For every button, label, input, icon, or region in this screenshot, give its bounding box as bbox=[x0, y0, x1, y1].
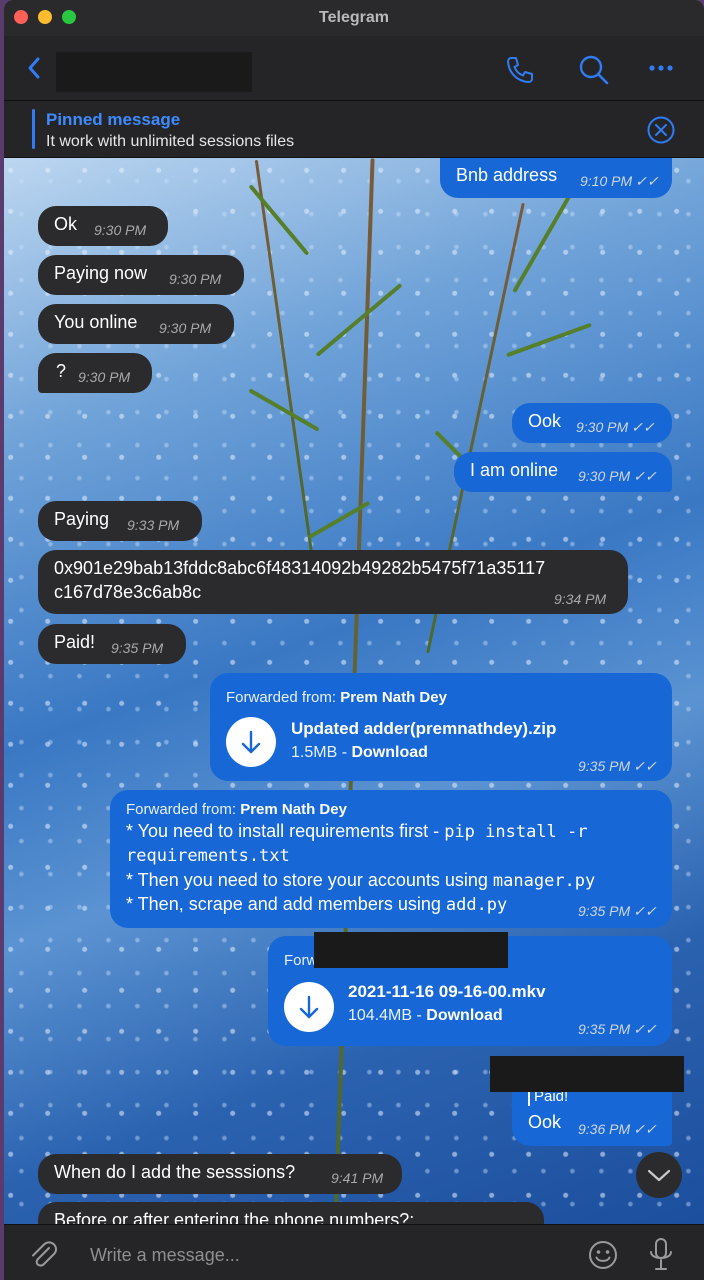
double-check-icon: ✓✓ bbox=[633, 758, 657, 774]
message-text: When do I add the sesssions? bbox=[54, 1162, 296, 1182]
message-text: You online bbox=[54, 312, 138, 332]
message-time: 9:30 PM bbox=[78, 369, 131, 385]
message-incoming[interactable]: Paid! 9:35 PM bbox=[38, 624, 186, 664]
back-icon[interactable] bbox=[26, 56, 42, 80]
close-circle-icon[interactable] bbox=[646, 115, 676, 145]
chat-header bbox=[4, 36, 704, 101]
message-time: 9:33 PM bbox=[127, 517, 180, 533]
redacted-forward-name bbox=[314, 932, 508, 968]
double-check-icon: ✓✓ bbox=[631, 419, 655, 435]
mic-icon[interactable] bbox=[648, 1237, 674, 1273]
pinned-message-bar[interactable]: Pinned message It work with unlimited se… bbox=[4, 101, 704, 158]
double-check-icon: ✓✓ bbox=[633, 468, 657, 484]
message-line-1: * You need to install requirements first… bbox=[126, 821, 588, 842]
message-incoming[interactable]: Ok 9:30 PM bbox=[38, 206, 168, 246]
message-time: 9:35 PM ✓✓ bbox=[578, 1021, 657, 1037]
window-title: Telegram bbox=[319, 9, 389, 26]
download-button[interactable] bbox=[226, 717, 276, 767]
forwarded-from: Forwarded from: Prem Nath Dey bbox=[226, 689, 447, 706]
more-icon[interactable] bbox=[648, 64, 676, 72]
message-line-2: requirements.txt bbox=[126, 846, 290, 866]
message-incoming[interactable]: When do I add the sesssions? 9:41 PM bbox=[38, 1154, 402, 1194]
message-text: ? bbox=[56, 361, 67, 381]
message-text-line2: c167d78e3c6ab8c bbox=[54, 582, 202, 602]
message-outgoing[interactable]: Ook 9:30 PM ✓✓ bbox=[512, 403, 672, 443]
message-time: 9:35 PM ✓✓ bbox=[578, 903, 657, 919]
chevron-down-icon bbox=[647, 1169, 671, 1182]
message-time: 9:30 PM bbox=[169, 271, 222, 287]
download-icon bbox=[299, 995, 319, 1019]
redacted-reply-name bbox=[490, 1056, 684, 1092]
download-link[interactable]: Download bbox=[426, 1007, 502, 1024]
message-time: 9:35 PM bbox=[111, 640, 164, 656]
message-time: 9:10 PM ✓✓ bbox=[580, 173, 659, 189]
download-icon bbox=[241, 730, 261, 754]
message-incoming[interactable]: You online 9:30 PM bbox=[38, 304, 234, 344]
message-incoming[interactable]: Paying now 9:30 PM bbox=[38, 255, 244, 295]
scroll-to-bottom-button[interactable] bbox=[636, 1152, 682, 1198]
file-size: 1.5MB - Download bbox=[291, 744, 428, 761]
message-text: Ook bbox=[528, 411, 562, 431]
file-name: Updated adder(premnathdey).zip bbox=[291, 719, 557, 738]
message-composer: Write a message... bbox=[4, 1224, 704, 1280]
message-input[interactable]: Write a message... bbox=[90, 1245, 240, 1266]
message-time: 9:30 PM bbox=[94, 222, 147, 238]
pinned-indicator bbox=[32, 109, 35, 149]
message-incoming[interactable]: 0x901e29bab13fddc8abc6f48314092b49282b54… bbox=[38, 550, 628, 614]
message-incoming[interactable]: Paying 9:33 PM bbox=[38, 501, 202, 541]
reply-indicator bbox=[528, 1090, 530, 1106]
double-check-icon: ✓✓ bbox=[633, 903, 657, 919]
attach-icon[interactable] bbox=[28, 1239, 58, 1269]
message-text: Paid! bbox=[54, 632, 96, 652]
download-button[interactable] bbox=[284, 982, 334, 1032]
telegram-window: Telegram Pinned message It work with unl… bbox=[4, 0, 704, 1280]
message-line-3: * Then you need to store your accounts u… bbox=[126, 870, 596, 891]
message-time: 9:36 PM ✓✓ bbox=[578, 1121, 657, 1137]
title-bar: Telegram bbox=[4, 0, 704, 36]
message-time: 9:30 PM ✓✓ bbox=[578, 468, 657, 484]
message-text: Ook bbox=[528, 1112, 562, 1132]
download-link[interactable]: Download bbox=[351, 744, 427, 761]
double-check-icon: ✓✓ bbox=[633, 1121, 657, 1137]
pinned-text: It work with unlimited sessions files bbox=[46, 133, 295, 150]
forwarded-from: Forwarded from: Prem Nath Dey bbox=[126, 801, 347, 818]
double-check-icon: ✓✓ bbox=[635, 173, 659, 189]
message-time: 9:30 PM ✓✓ bbox=[576, 419, 655, 435]
message-time: 9:41 PM bbox=[331, 1170, 384, 1186]
forwarded-from: Forw bbox=[284, 952, 318, 969]
file-size: 104.4MB - Download bbox=[348, 1007, 503, 1024]
phone-icon[interactable] bbox=[504, 54, 536, 86]
message-time: 9:30 PM bbox=[159, 320, 212, 336]
message-outgoing[interactable]: I am online 9:30 PM ✓✓ bbox=[454, 452, 672, 492]
redacted-contact-name bbox=[56, 52, 252, 92]
message-time: 9:34 PM bbox=[554, 591, 607, 607]
double-check-icon: ✓✓ bbox=[633, 1021, 657, 1037]
message-outgoing[interactable]: Bnb address 9:10 PM ✓✓ bbox=[440, 158, 672, 198]
pinned-title: Pinned message bbox=[46, 110, 181, 129]
message-text: Ok bbox=[54, 214, 78, 234]
message-text: I am online bbox=[470, 460, 559, 480]
message-text: Bnb address bbox=[456, 165, 558, 185]
file-name: 2021-11-16 09-16-00.mkv bbox=[348, 982, 546, 1001]
forwarded-file-message[interactable]: Forwarded from: Prem Nath Dey Updated ad… bbox=[210, 673, 672, 781]
emoji-icon[interactable] bbox=[587, 1239, 619, 1271]
message-incoming[interactable]: ? 9:30 PM bbox=[38, 353, 152, 393]
message-text-line1: 0x901e29bab13fddc8abc6f48314092b49282b54… bbox=[54, 558, 546, 578]
forwarded-text-message[interactable]: Forwarded from: Prem Nath Dey * You need… bbox=[110, 790, 672, 928]
search-icon[interactable] bbox=[578, 54, 610, 86]
message-line-4: * Then, scrape and add members using add… bbox=[126, 894, 508, 915]
message-text: Paying now bbox=[54, 263, 148, 283]
message-time: 9:35 PM ✓✓ bbox=[578, 758, 657, 774]
message-text: Paying bbox=[54, 509, 110, 529]
